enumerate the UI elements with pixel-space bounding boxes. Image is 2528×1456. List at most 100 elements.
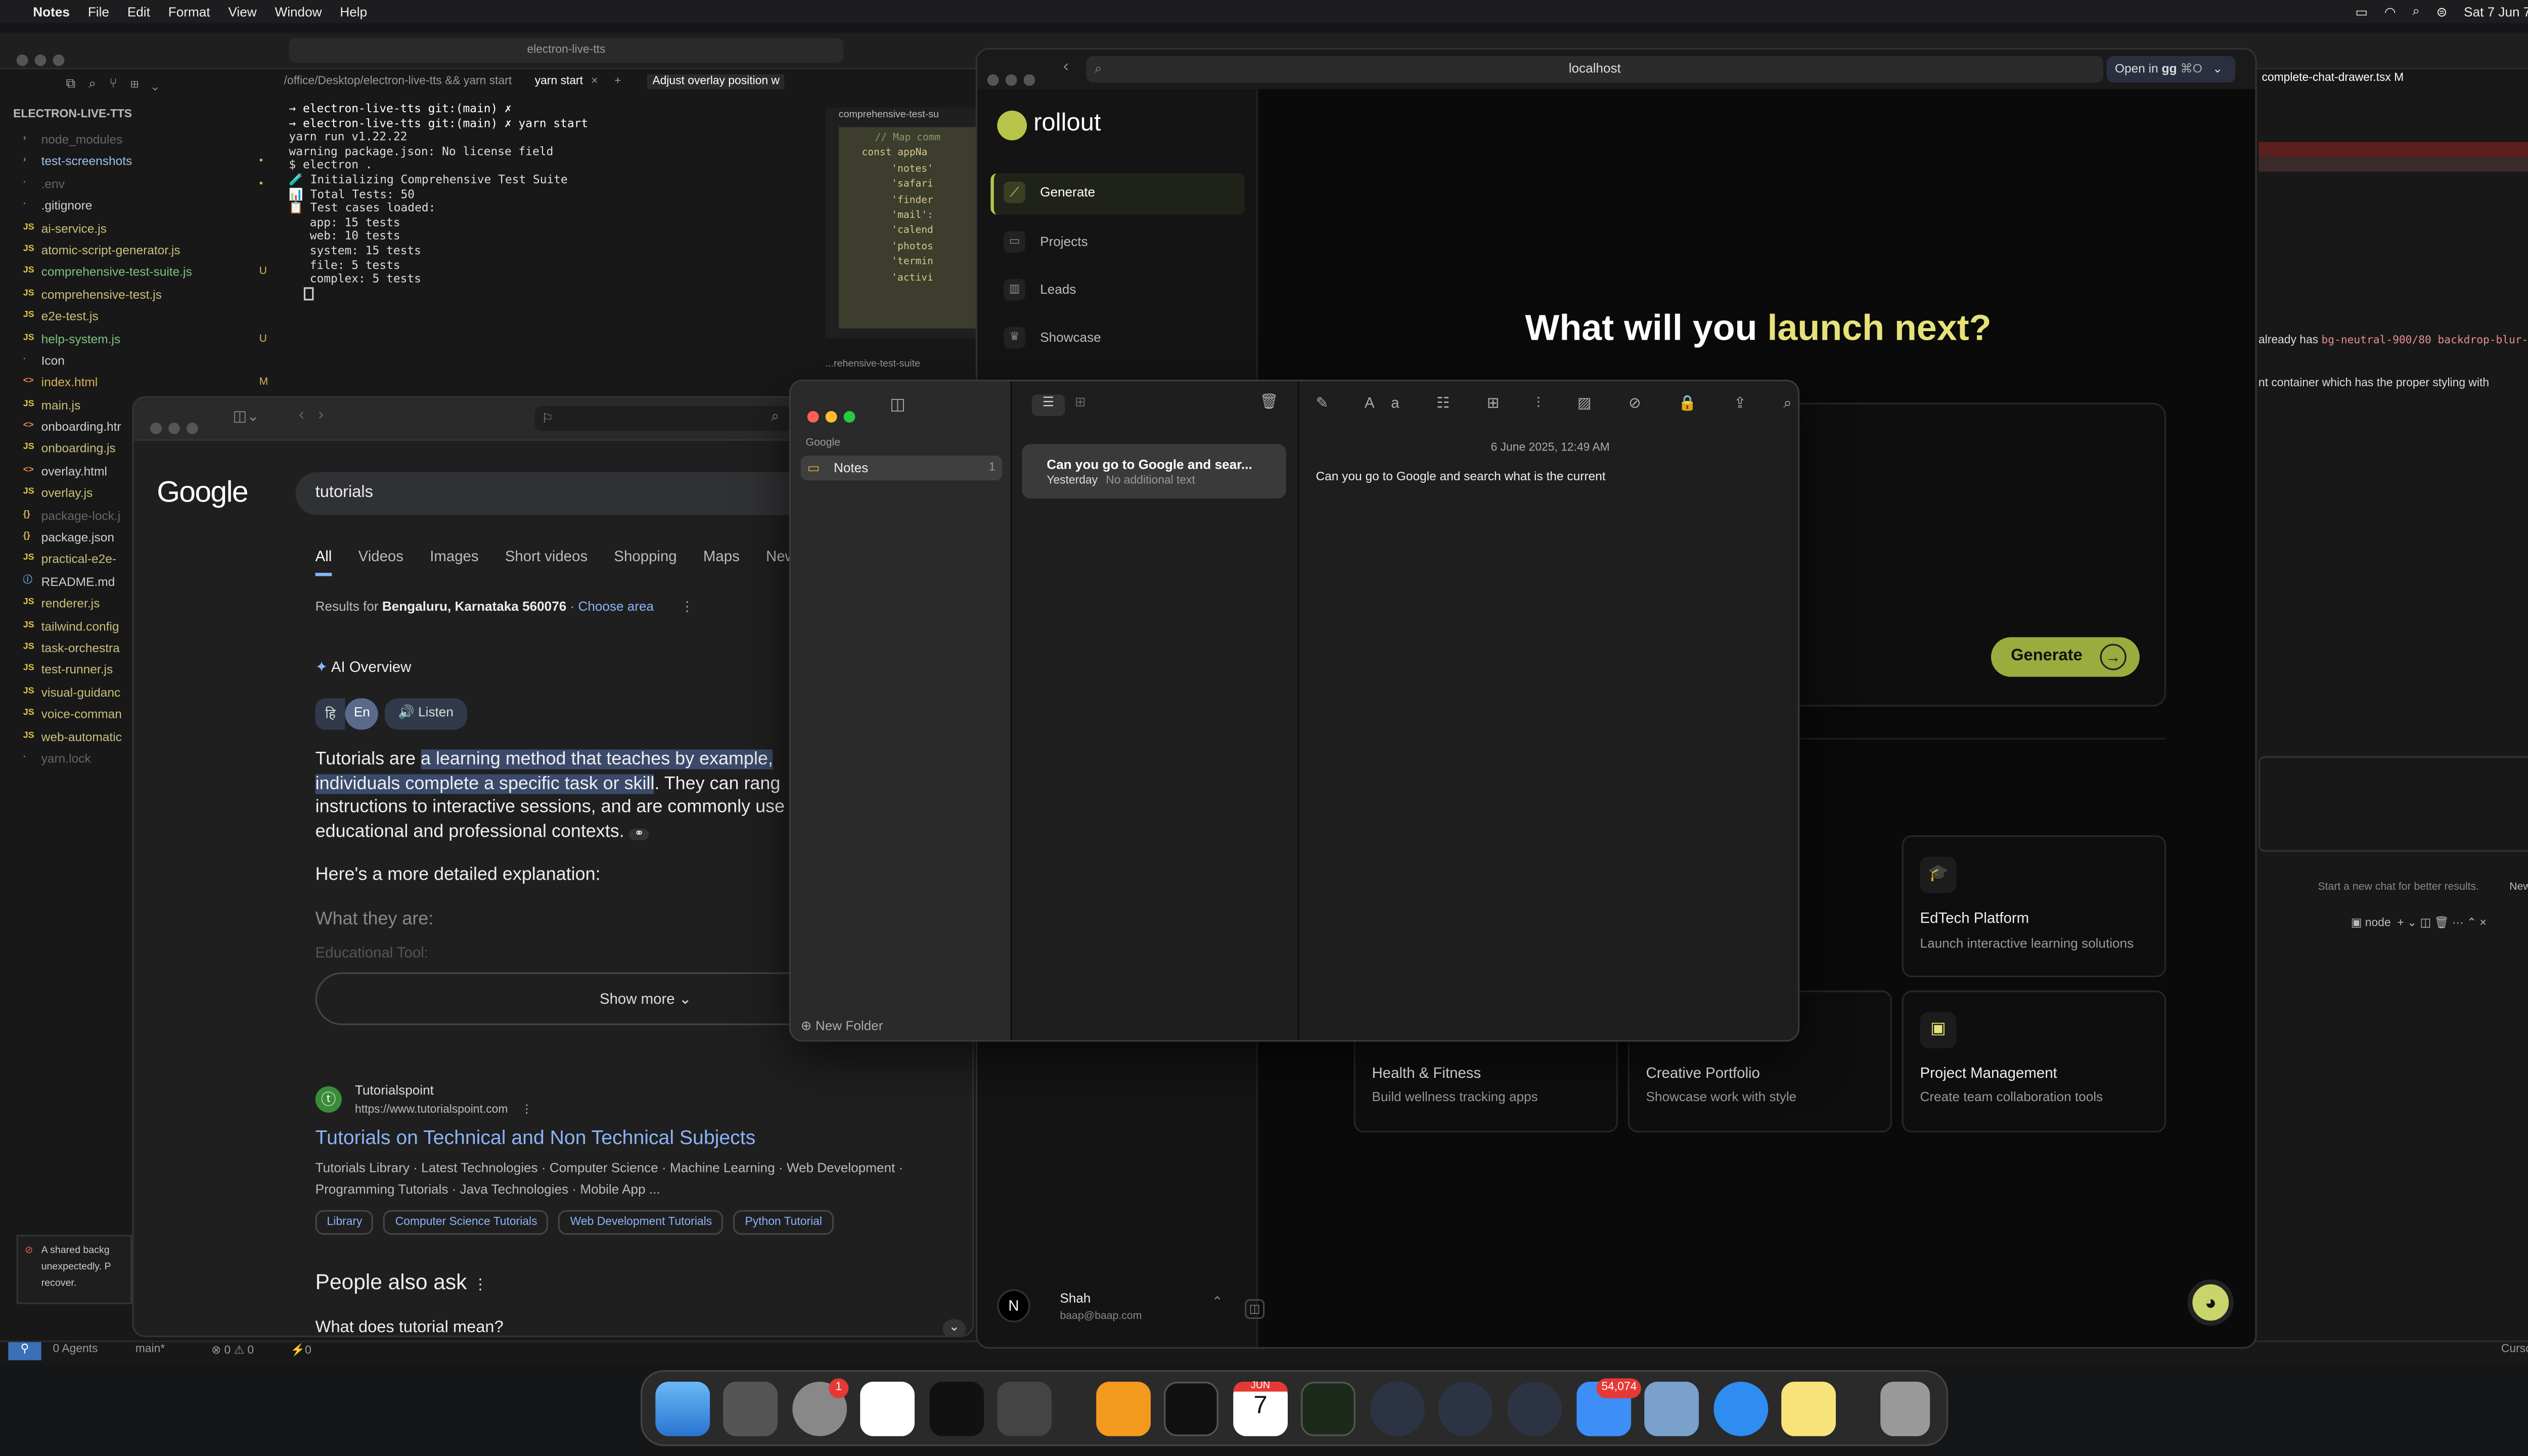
menu-app-name[interactable]: Notes xyxy=(33,4,70,19)
calendar-icon[interactable]: JUN 7 xyxy=(1233,1382,1288,1436)
status-problems[interactable]: ⊗ 0 ⚠ 0 xyxy=(211,1344,254,1357)
sidebar-toggle-icon[interactable]: ◫⌄ xyxy=(233,408,259,426)
clock[interactable]: Sat 7 Jun 7:54PM xyxy=(2464,4,2528,19)
editor-tab[interactable]: comprehensive-test-su xyxy=(826,107,977,124)
electron-icon-2[interactable] xyxy=(1438,1382,1493,1436)
terminal-icon[interactable] xyxy=(1164,1382,1218,1436)
search-input[interactable]: tutorials xyxy=(295,472,824,515)
back-icon[interactable]: ‹ xyxy=(1063,58,1069,76)
list-item[interactable]: JS e2e-test.js xyxy=(12,305,281,328)
gallery-view-icon[interactable]: ⊞ xyxy=(1075,394,1086,409)
list-item[interactable]: JS comprehensive-test.js xyxy=(12,284,281,306)
wifi-icon[interactable]: ◠ xyxy=(2384,4,2396,19)
cursor-icon[interactable] xyxy=(929,1382,984,1436)
choose-area-link[interactable]: Choose area xyxy=(578,599,654,614)
open-in-button[interactable]: Open in gg ⌘O ⌄ xyxy=(2106,56,2236,83)
chip-python[interactable]: Python Tutorial xyxy=(733,1210,834,1235)
slack-icon[interactable] xyxy=(860,1382,915,1436)
template-card-project-management[interactable]: ▣ Project Management Create team collabo… xyxy=(1902,990,2166,1132)
folder-notes[interactable]: ▭ Notes 1 xyxy=(800,456,1003,481)
listen-button[interactable]: 🔊 Listen xyxy=(385,698,467,730)
list-view-icon[interactable]: ☰ xyxy=(1031,394,1065,416)
editor-tab-other[interactable]: Adjust overlay position w xyxy=(647,74,785,89)
back-forward-icon[interactable]: ‹ › xyxy=(299,406,324,424)
status-cursor-tab[interactable]: Cursor Tab xyxy=(2501,1344,2528,1355)
assistant-bot-icon[interactable]: ◕ xyxy=(2187,1279,2234,1326)
notes-app-icon[interactable] xyxy=(1781,1382,1836,1436)
list-item[interactable]: › node_modules xyxy=(12,129,281,151)
address-bar[interactable]: ⌕ localhost xyxy=(1086,56,2103,83)
sidebar-toggle-icon[interactable]: ◫ xyxy=(890,396,906,415)
list-item[interactable]: JS help-system.js U xyxy=(12,328,281,350)
nav-showcase[interactable]: ♛ Showcase xyxy=(994,320,1242,356)
menu-edit[interactable]: Edit xyxy=(127,4,150,19)
code-block[interactable]: // Map comm const appNa 'notes' 'safari 'fin… xyxy=(838,127,978,329)
nav-generate[interactable]: ⟋ Generate xyxy=(990,173,1245,215)
list-item[interactable]: · .gitignore xyxy=(12,195,281,217)
chip-library[interactable]: Library xyxy=(315,1210,374,1235)
result-title-link[interactable]: Tutorials on Technical and Non Technical… xyxy=(315,1126,756,1149)
close-icon[interactable]: × xyxy=(591,76,598,87)
list-item[interactable]: · .env • xyxy=(12,173,281,195)
collapse-sidebar-icon[interactable]: ◫ xyxy=(1245,1299,1265,1319)
list-item[interactable]: · Icon xyxy=(12,350,281,372)
lang-hindi[interactable]: हि xyxy=(315,698,346,730)
display-icon[interactable]: ▭ xyxy=(2356,4,2368,19)
menu-window[interactable]: Window xyxy=(275,4,322,19)
list-item[interactable]: Can you go to Google and sear... Yesterd… xyxy=(1022,444,1286,499)
tab-videos[interactable]: Videos xyxy=(358,548,403,576)
nav-projects[interactable]: ▭ Projects xyxy=(994,224,1242,261)
new-folder-button[interactable]: ⊕ New Folder xyxy=(801,1019,883,1033)
result-url[interactable]: https://www.tutorialspoint.com ⋮ xyxy=(355,1103,532,1116)
finder-icon[interactable] xyxy=(655,1382,710,1436)
status-ports[interactable]: ⚡0 xyxy=(291,1344,311,1357)
status-agents[interactable]: 0 Agents xyxy=(53,1344,98,1355)
trash-icon[interactable] xyxy=(1880,1382,1930,1436)
address-bar[interactable]: ⚐ xyxy=(534,406,791,431)
tab-short-videos[interactable]: Short videos xyxy=(505,548,588,576)
chip-webdev[interactable]: Web Development Tutorials xyxy=(558,1210,724,1235)
menu-file[interactable]: File xyxy=(88,4,109,19)
launchpad-icon[interactable] xyxy=(723,1382,778,1436)
tab-shopping[interactable]: Shopping xyxy=(614,548,676,576)
chat-input[interactable] xyxy=(2258,756,2528,852)
tab-images[interactable]: Images xyxy=(430,548,478,576)
list-item[interactable]: JS comprehensive-test-suite.js U xyxy=(12,261,281,284)
template-card-edtech[interactable]: 🎓 EdTech Platform Launch interactive lea… xyxy=(1902,835,2166,978)
menu-view[interactable]: View xyxy=(228,4,256,19)
editor-tab-2[interactable]: ...rehensive-test-suite xyxy=(826,360,920,370)
more-options-icon[interactable]: ⋮ xyxy=(473,1276,487,1293)
address-search-icon[interactable]: ⌕ xyxy=(771,408,779,426)
preview-icon[interactable] xyxy=(1644,1382,1699,1436)
result-site[interactable]: Tutorialspoint xyxy=(355,1083,434,1098)
list-item[interactable]: › test-screenshots • xyxy=(12,151,281,173)
sublime-icon[interactable] xyxy=(1096,1382,1151,1436)
google-logo[interactable]: Google xyxy=(157,475,248,510)
trash-icon[interactable]: 🗑 xyxy=(1259,393,1278,411)
safari-icon[interactable] xyxy=(1713,1382,1769,1436)
rollout-brand[interactable]: rollout xyxy=(1033,109,1101,138)
note-editor[interactable]: ✎ Aa ☷ ⊞ ⫶ ▨ ⊘ 🔒 ⇪ ⌕ 6 June 2025, 12:49 … xyxy=(1299,381,1798,1040)
status-branch[interactable]: main* xyxy=(136,1344,165,1355)
error-notification[interactable]: ⊘ A shared backg unexpectedly. Precover. xyxy=(16,1235,132,1304)
notes-toolbar[interactable]: ✎ Aa ☷ ⊞ ⫶ ▨ ⊘ 🔒 ⇪ ⌕ xyxy=(1316,394,1797,413)
control-center-icon[interactable]: ⊜ xyxy=(2436,4,2448,19)
remote-icon[interactable]: ⚲ xyxy=(8,1342,41,1360)
new-chat-button[interactable]: New Chat xyxy=(2509,882,2528,893)
command-search[interactable]: electron-live-tts xyxy=(289,38,844,63)
terminal-tab-active[interactable]: yarn start xyxy=(535,76,583,87)
note-body[interactable]: Can you go to Google and search what is … xyxy=(1316,469,1605,483)
list-item[interactable]: JS ai-service.js xyxy=(12,217,281,240)
list-item[interactable]: JS atomic-script-generator.js xyxy=(12,239,281,261)
expand-icon[interactable]: ⌄ xyxy=(942,1318,966,1336)
right-editor-tab[interactable]: complete-chat-drawer.tsx M xyxy=(2262,73,2404,84)
avatar[interactable]: N xyxy=(997,1289,1030,1323)
nav-leads[interactable]: ▥ Leads xyxy=(994,272,1242,309)
lang-english[interactable]: En xyxy=(345,698,379,730)
terminal-select[interactable]: ▣ node + ⌄ ◫ 🗑 ··· ⌃ × xyxy=(2351,916,2487,930)
menu-format[interactable]: Format xyxy=(168,4,210,19)
more-options-icon[interactable]: ⋮ xyxy=(681,599,694,614)
add-icon[interactable]: + xyxy=(614,76,621,87)
activity-monitor-icon[interactable] xyxy=(1301,1382,1356,1436)
chip-cs[interactable]: Computer Science Tutorials xyxy=(383,1210,549,1235)
